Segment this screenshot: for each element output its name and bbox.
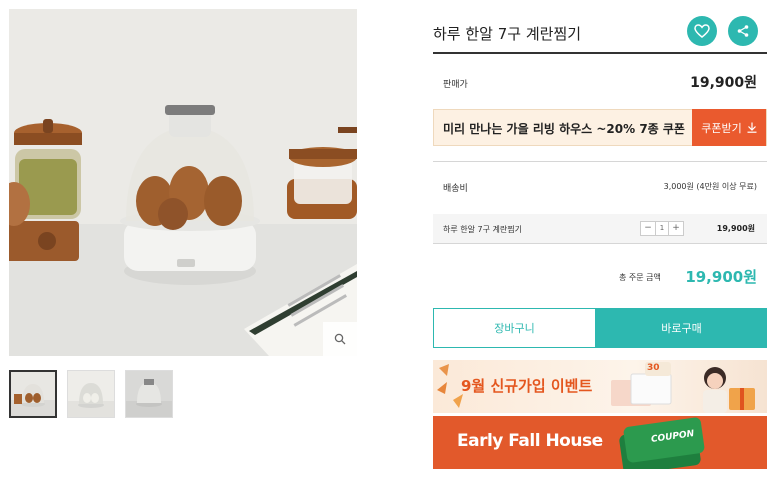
search-icon	[334, 333, 346, 345]
product-main-image[interactable]	[9, 9, 357, 356]
divider	[433, 161, 767, 162]
add-to-cart-button[interactable]: 장바구니	[433, 308, 596, 348]
signup-event-banner[interactable]: 9월 신규가입 이벤트 30	[433, 360, 767, 413]
quantity-increase-button[interactable]: +	[669, 222, 683, 235]
heart-icon	[694, 24, 710, 38]
wishlist-button[interactable]	[687, 16, 717, 46]
total-label: 총 주문 금액	[619, 273, 661, 282]
total-price: 19,900원	[685, 268, 757, 286]
buy-now-button[interactable]: 바로구매	[596, 308, 767, 348]
signup-badge: 30	[647, 363, 660, 373]
divider	[433, 243, 767, 244]
price-value: 19,900원	[690, 75, 757, 91]
zoom-button[interactable]	[323, 322, 357, 356]
thumbnail-3[interactable]	[125, 370, 173, 418]
signup-event-text: 9월 신규가입 이벤트	[461, 377, 593, 395]
option-name: 하루 한알 7구 계란찜기	[443, 225, 522, 234]
price-label: 판매가	[443, 80, 468, 90]
thumbnail-strip	[9, 370, 173, 418]
quantity-value[interactable]: 1	[655, 222, 669, 235]
fall-house-text: Early Fall House	[457, 431, 603, 451]
coupon-text: 미리 만나는 가을 리빙 하우스 ~20% 7종 쿠폰	[443, 122, 685, 136]
thumbnail-image	[68, 371, 114, 417]
shipping-label: 배송비	[443, 184, 468, 194]
thumbnail-2[interactable]	[67, 370, 115, 418]
option-price: 19,900원	[716, 224, 755, 233]
quantity-decrease-button[interactable]: −	[641, 222, 655, 235]
title-row: 하루 한알 7구 계란찜기	[433, 14, 767, 54]
thumbnail-image	[126, 371, 172, 417]
quantity-stepper: − 1 +	[640, 221, 684, 236]
coupon-download-button[interactable]: 쿠폰받기	[692, 109, 766, 146]
share-icon	[737, 25, 749, 37]
egg-cooker-photo	[9, 9, 357, 356]
product-title: 하루 한알 7구 계란찜기	[433, 25, 582, 43]
download-icon	[747, 122, 757, 133]
thumbnail-1[interactable]	[9, 370, 57, 418]
selected-option-row: 하루 한알 7구 계란찜기 − 1 + 19,900원	[433, 214, 767, 243]
share-button[interactable]	[728, 16, 758, 46]
shipping-value: 3,000원 (4만원 이상 무료)	[663, 182, 757, 191]
fall-house-banner[interactable]: Early Fall House COUPON	[433, 416, 767, 469]
thumbnail-image	[11, 372, 55, 416]
purchase-panel: 하루 한알 7구 계란찜기 판매가 19,900원 미리 만나는 가을 리빙 하…	[433, 0, 767, 480]
coupon-button-label: 쿠폰받기	[701, 121, 742, 135]
coupon-box: 미리 만나는 가을 리빙 하우스 ~20% 7종 쿠폰 쿠폰받기	[433, 109, 767, 146]
